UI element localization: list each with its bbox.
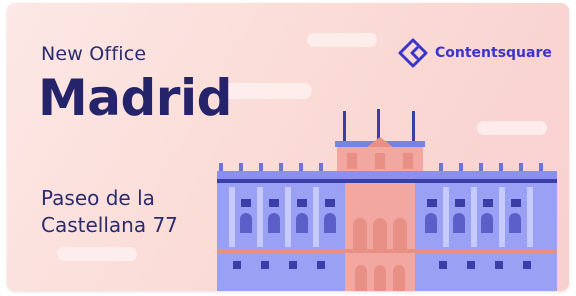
address-line-2: Castellana 77 (41, 213, 178, 237)
cloud (307, 33, 377, 47)
brand-name: Contentsquare (435, 45, 552, 61)
brand-logo: Contentsquare (397, 37, 552, 69)
address: Paseo de la Castellana 77 (41, 185, 178, 239)
cloud (57, 247, 137, 261)
kicker-text: New Office (41, 43, 147, 65)
cloud (222, 83, 312, 99)
city-title: Madrid (38, 69, 232, 127)
office-announcement-card: New Office Madrid Paseo de la Castellana… (7, 3, 569, 291)
contentsquare-logo-icon (398, 38, 428, 68)
royal-palace-illustration (217, 109, 557, 291)
address-line-1: Paseo de la (41, 186, 155, 210)
